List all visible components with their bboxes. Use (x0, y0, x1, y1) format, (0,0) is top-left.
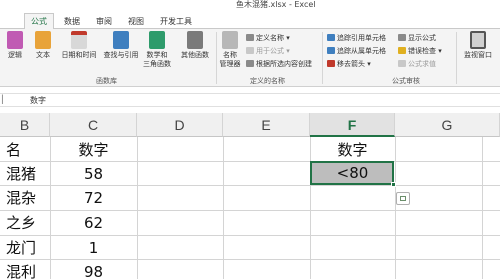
calendar-icon (71, 31, 87, 49)
fill-handle[interactable] (391, 182, 396, 187)
formula-bar[interactable]: ▏ 数字 (0, 93, 500, 107)
cell-b2[interactable]: 混猪 (6, 162, 36, 186)
gridline (482, 137, 483, 279)
cell-b4[interactable]: 之乡 (6, 211, 36, 235)
column-header-d[interactable]: D (137, 113, 223, 137)
trace-precedents-icon (327, 34, 335, 41)
tab-formulas[interactable]: 公式 (24, 13, 54, 30)
formula-bar-content[interactable]: 数字 (30, 95, 46, 106)
quick-analysis-icon (400, 196, 406, 201)
group-separator (216, 32, 217, 84)
cell-f2[interactable]: <80 (310, 161, 395, 185)
column-header-f[interactable]: F (310, 113, 395, 137)
tab-view[interactable]: 视图 (122, 14, 150, 29)
cell-c2[interactable]: 58 (50, 162, 137, 186)
lookup-icon (113, 31, 129, 49)
trace-precedents-button[interactable]: 追踪引用单元格 (327, 33, 386, 43)
cell-c6[interactable]: 98 (50, 260, 137, 279)
worksheet-grid[interactable]: B C D E F G 名 混猪 混杂 之乡 龙门 混利 数字 58 72 62… (0, 113, 500, 279)
ribbon: 逻辑 文本 日期和时间 查找与引用 数学和 三角函数 其他函数 函数库 名称 管… (0, 29, 500, 87)
define-name-button[interactable]: 定义名称 ▾ (246, 33, 290, 43)
show-formulas-icon (398, 34, 406, 41)
gridline (395, 137, 396, 279)
evaluate-formula-button[interactable]: 公式求值 (398, 59, 436, 69)
show-formulas-button[interactable]: 显示公式 (398, 33, 436, 43)
quick-analysis-button[interactable] (396, 192, 410, 205)
tab-data[interactable]: 数据 (58, 14, 86, 29)
more-functions-icon (187, 31, 203, 49)
logical-icon (7, 31, 23, 49)
cell-b3[interactable]: 混杂 (6, 186, 36, 210)
name-manager-button[interactable]: 名称 管理器 (218, 31, 242, 69)
column-header-g[interactable]: G (395, 113, 500, 137)
evaluate-formula-icon (398, 60, 406, 67)
remove-arrows-button[interactable]: 移去箭头 ▾ (327, 59, 371, 69)
group-separator (322, 32, 323, 84)
cell-c5[interactable]: 1 (50, 236, 137, 260)
text-button[interactable]: 文本 (32, 31, 54, 60)
more-functions-button[interactable]: 其他函数 (178, 31, 212, 60)
cell-f1[interactable]: 数字 (310, 138, 395, 162)
use-in-formula-icon (246, 47, 254, 54)
group-separator (456, 32, 457, 84)
tab-review[interactable]: 审阅 (90, 14, 118, 29)
cell-b5[interactable]: 龙门 (6, 236, 36, 260)
date-time-button[interactable]: 日期和时间 (57, 31, 101, 60)
function-library-label: 函数库 (96, 77, 117, 85)
create-from-selection-icon (246, 60, 254, 67)
column-header-b[interactable]: B (0, 113, 50, 137)
cell-c4[interactable]: 62 (50, 211, 137, 235)
window-title: 鱼木混猪.xlsx - Excel (236, 0, 316, 9)
lookup-reference-button[interactable]: 查找与引用 (101, 31, 141, 60)
title-bar: 鱼木混猪.xlsx - Excel (0, 0, 500, 11)
name-manager-icon (222, 31, 238, 49)
formula-auditing-label: 公式审核 (392, 77, 420, 85)
ribbon-tabs: 公式 数据 审阅 视图 开发工具 (0, 11, 500, 30)
use-in-formula-button[interactable]: 用于公式 ▾ (246, 46, 290, 56)
gridline (137, 137, 138, 279)
remove-arrows-icon (327, 60, 335, 67)
math-trig-button[interactable]: 数学和 三角函数 (140, 31, 174, 69)
column-header-e[interactable]: E (223, 113, 310, 137)
watch-window-button[interactable]: 监视窗口 (458, 31, 498, 60)
cell-b1[interactable]: 名 (6, 138, 21, 162)
tag-icon (246, 34, 254, 41)
text-icon (35, 31, 51, 49)
error-checking-button[interactable]: 错误检查 ▾ (398, 46, 442, 56)
cell-c1[interactable]: 数字 (50, 138, 137, 162)
defined-names-label: 定义的名称 (250, 77, 285, 85)
cell-c3[interactable]: 72 (50, 186, 137, 210)
tab-developer[interactable]: 开发工具 (154, 14, 198, 29)
math-trig-icon (149, 31, 165, 49)
logical-button[interactable]: 逻辑 (4, 31, 26, 60)
watch-window-icon (470, 31, 486, 49)
trace-dependents-button[interactable]: 追踪从属单元格 (327, 46, 386, 56)
gridline (223, 137, 224, 279)
trace-dependents-icon (327, 47, 335, 54)
column-header-c[interactable]: C (50, 113, 137, 137)
formula-bar-handle-icon: ▏ (2, 95, 9, 104)
error-checking-icon (398, 47, 406, 54)
create-from-selection-button[interactable]: 根据所选内容创建 (246, 59, 312, 69)
cell-b6[interactable]: 混利 (6, 260, 36, 279)
